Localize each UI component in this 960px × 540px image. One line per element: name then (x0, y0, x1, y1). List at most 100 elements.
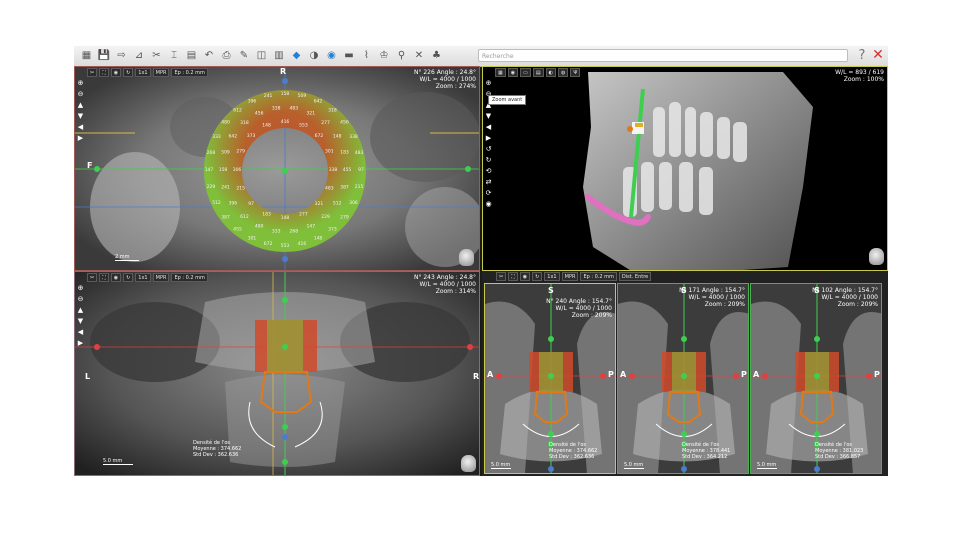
coronal-view[interactable]: ⊕ ⊖ ▲ ▼ ◀ ▶ ✂ ⛶ ◉ ↻ 1x1 MPR Ep : 0.2 mm N° 243 Angl… (74, 271, 480, 476)
fit-icon[interactable]: ⛶ (99, 273, 109, 282)
zoom-in-icon[interactable]: ⊕ (76, 79, 85, 88)
tree-icon[interactable]: ♣ (430, 49, 443, 62)
reset-rotate-icon[interactable]: ⟲ (484, 167, 493, 176)
search-input[interactable]: Recherche (478, 49, 848, 62)
view_axial-toolbar-item[interactable]: Ep : 0.2 mm (171, 68, 208, 77)
orientation-head-icon[interactable] (461, 455, 476, 472)
layout-icon[interactable]: ▦ (80, 49, 93, 62)
tools-icon[interactable]: ✂ (150, 49, 163, 62)
density-value: 215 (355, 184, 364, 190)
view_slice1-toolbar-item[interactable]: 1x1 (544, 272, 560, 281)
help-icon[interactable]: ? (855, 47, 869, 64)
orientation-head-icon[interactable] (869, 248, 884, 265)
move-right-icon[interactable]: ▶ (76, 134, 85, 143)
zoom-out-icon[interactable]: ⊖ (76, 295, 85, 304)
clipboard-icon[interactable]: ▥ (273, 49, 286, 62)
reset-icon[interactable]: ↻ (123, 273, 134, 282)
zoom-in-icon[interactable]: ⊕ (76, 284, 85, 293)
move-up-icon[interactable]: ▲ (76, 101, 85, 110)
view_slice1-toolbar-item[interactable]: MPR (561, 272, 579, 281)
close-icon[interactable]: ✕ (871, 47, 885, 64)
color-icon[interactable]: ◐ (545, 68, 556, 77)
label-icon[interactable]: ▬ (343, 49, 356, 62)
crown-icon[interactable]: ♔ (378, 49, 391, 62)
flip-icon[interactable]: ⇄ (484, 178, 493, 187)
density-value: 318 (240, 120, 249, 126)
measure-icon[interactable]: ⊿ (133, 49, 146, 62)
cross-section-view-1[interactable]: S A P N° 240 Angle : 154.7° W/L = 4000 / … (484, 283, 616, 474)
implant-icon[interactable]: ⌶ (168, 49, 181, 62)
layout-icon[interactable]: ▦ (495, 68, 506, 77)
zoom-out-icon[interactable]: ⊖ (76, 90, 85, 99)
info-line: N° 243 Angle : 24.8° (413, 274, 476, 281)
render-3d-icon[interactable]: ◉ (325, 49, 338, 62)
volume-3d-view[interactable]: ⊕ ⊖ ▲ ▼ ◀ ▶ ↺ ↻ ⟲ ⇄ ⟳ ◉ ▦ ◉ ▭ ▤ ◐ ◍ Ψ Zoom avant W/… (482, 66, 888, 271)
view_axial-toolbar-item[interactable]: MPR (152, 68, 170, 77)
orientation-head-icon[interactable] (459, 249, 474, 266)
move-left-icon[interactable]: ◀ (76, 123, 85, 132)
move-right-icon[interactable]: ▶ (484, 134, 493, 143)
screenshot-icon[interactable]: ◫ (255, 49, 268, 62)
cross-section-view-2[interactable]: S A P N° 171 Angle : 154.7° W/L = 4000 / … (617, 283, 749, 474)
cut-icon[interactable]: ✕ (413, 49, 426, 62)
camera-icon[interactable]: ◉ (519, 272, 531, 281)
annotation-icon[interactable]: ✎ (238, 49, 251, 62)
view_coronal-toolbar-item[interactable]: MPR (152, 273, 170, 282)
contrast-icon[interactable]: ◑ (308, 49, 321, 62)
move-down-icon[interactable]: ▼ (484, 112, 493, 121)
axial-view[interactable]: 338 483 321 277 148 183 97 215 306 279 373 148 416 55… (74, 66, 480, 271)
move-left-icon[interactable]: ◀ (76, 328, 85, 337)
export-icon[interactable]: ⇨ (115, 49, 128, 62)
density-value: 416 (281, 119, 290, 125)
undo-icon[interactable]: ↶ (203, 49, 216, 62)
refresh-icon[interactable]: ⟳ (484, 189, 493, 198)
view_slice1-toolbar-item[interactable]: Dist. Entre (618, 272, 652, 281)
fit-icon[interactable]: ⛶ (99, 68, 109, 77)
density-value: 148 (262, 123, 271, 129)
view_coronal-toolbar-item[interactable]: Ep : 0.2 mm (171, 273, 208, 282)
save-icon[interactable]: 💾 (98, 49, 111, 62)
density-value: 148 (333, 134, 342, 140)
density-value: 642 (229, 134, 238, 140)
camera-icon[interactable]: ◉ (507, 68, 519, 77)
report-icon[interactable]: ▤ (185, 49, 198, 62)
tools-icon[interactable]: ✂ (87, 273, 98, 282)
info-line: W/L = 4000 / 1000 (821, 294, 878, 301)
view_axial-toolbar-item[interactable]: 1x1 (135, 68, 151, 77)
reset-icon[interactable]: ↻ (532, 272, 543, 281)
rotate-right-icon[interactable]: ↻ (484, 156, 493, 165)
implant-library-icon[interactable]: ⚲ (395, 49, 408, 62)
tools-icon[interactable]: ✂ (496, 272, 507, 281)
move-down-icon[interactable]: ▼ (76, 317, 85, 326)
density-value: 321 (315, 201, 324, 207)
mask-icon[interactable]: ◍ (557, 68, 569, 77)
coronal-view-toolbar: ✂ ⛶ ◉ ↻ 1x1 MPR Ep : 0.2 mm (87, 272, 208, 283)
tools-icon[interactable]: ✂ (87, 68, 98, 77)
reset-icon[interactable]: ↻ (123, 68, 134, 77)
move-down-icon[interactable]: ▼ (76, 112, 85, 121)
render-icon[interactable]: ▤ (532, 68, 544, 77)
density-value: 301 (248, 236, 257, 242)
volume-3d-icon[interactable]: ◆ (290, 49, 303, 62)
fit-icon[interactable]: ⛶ (508, 272, 518, 281)
density-value: 612 (240, 214, 249, 220)
view_slice1-toolbar-item[interactable]: Ep : 0.2 mm (580, 272, 617, 281)
rotate-left-icon[interactable]: ↺ (484, 145, 493, 154)
move-up-icon[interactable]: ▲ (76, 306, 85, 315)
zoom-in-icon[interactable]: ⊕ (484, 79, 493, 88)
camera-icon[interactable]: ◉ (484, 200, 493, 209)
density-value: 672 (315, 133, 324, 139)
density-value: 483 (325, 185, 334, 191)
move-left-icon[interactable]: ◀ (484, 123, 493, 132)
camera-icon[interactable]: ◉ (110, 68, 122, 77)
view_coronal-toolbar-item[interactable]: 1x1 (135, 273, 151, 282)
monitor-icon[interactable]: ▭ (520, 68, 531, 77)
camera-icon[interactable]: ◉ (110, 273, 122, 282)
move-right-icon[interactable]: ▶ (76, 339, 85, 348)
nerve-icon[interactable]: ⌇ (360, 49, 373, 62)
tooth-icon[interactable]: Ψ (570, 68, 581, 77)
cross-section-view-3[interactable]: S A P N° 102 Angle : 154.7° W/L = 4000 / … (750, 283, 882, 474)
density-value: 338 (349, 134, 358, 140)
print-icon[interactable]: ⎙ (220, 49, 233, 62)
density-value: 612 (233, 108, 242, 114)
